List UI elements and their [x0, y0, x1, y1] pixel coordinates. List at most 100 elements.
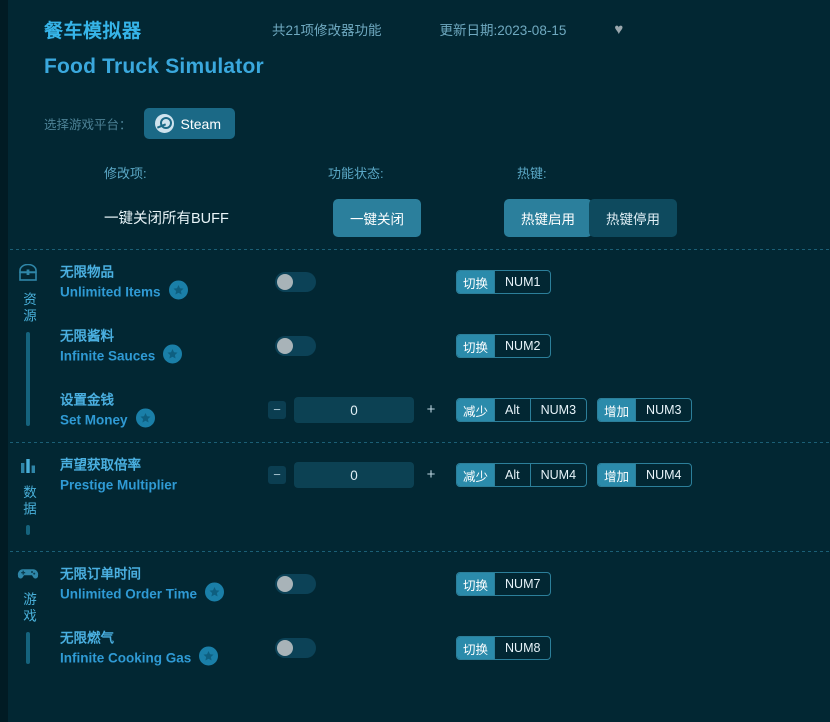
hotkey-action-label: 切换: [457, 637, 494, 659]
hotkey-key: Alt: [494, 399, 530, 421]
section-rail-resources: 资源: [0, 250, 56, 442]
row-name-en: Unlimited Order Time: [60, 584, 197, 604]
row-name-cn: 设置金钱: [60, 390, 128, 410]
platform-selector: 选择游戏平台： Steam: [44, 108, 830, 139]
row-toggle[interactable]: [275, 638, 316, 658]
row-name-en: Set Money: [60, 410, 128, 430]
row-name-en: Unlimited Items: [60, 282, 161, 302]
row-name-stack: 无限酱料Infinite Sauces: [60, 326, 155, 365]
star-badge-icon[interactable]: [199, 647, 218, 666]
global-buff-row: 一键关闭所有BUFF 一键关闭 热键启用 热键停用: [44, 195, 830, 249]
section-rows-data: 声望获取倍率Prestige Multiplier−+减少AltNUM4增加NU…: [56, 443, 830, 551]
star-badge-icon[interactable]: [205, 583, 224, 602]
column-header-status: 功能状态:: [328, 163, 384, 182]
stepper-decrement-button[interactable]: −: [268, 401, 286, 419]
column-header-hotkey: 热键:: [517, 163, 547, 182]
column-header-modifier: 修改项:: [104, 163, 147, 182]
modifier-row: 声望获取倍率Prestige Multiplier−+减少AltNUM4增加NU…: [56, 443, 830, 507]
column-headers: 修改项: 功能状态: 热键:: [44, 163, 830, 185]
stepper-increment-button[interactable]: +: [422, 466, 440, 484]
hotkey-action-label: 切换: [457, 271, 494, 293]
section-rail-line: [26, 332, 30, 426]
page-title-en: Food Truck Simulator: [44, 55, 830, 79]
modifier-row: 无限物品Unlimited Items 切换NUM1: [56, 250, 830, 314]
hotkey-group[interactable]: 切换NUM8: [456, 636, 551, 660]
section-rail-game: 游戏: [0, 552, 56, 680]
hotkey-key: NUM8: [494, 637, 550, 659]
row-names: 无限订单时间Unlimited Order Time: [60, 564, 224, 603]
hotkey-action-label: 减少: [457, 399, 494, 421]
hotkey-disable-button[interactable]: 热键停用: [589, 199, 677, 237]
hotkey-group[interactable]: 切换NUM2: [456, 334, 551, 358]
row-name-en: Prestige Multiplier: [60, 475, 177, 495]
hotkey-enable-button[interactable]: 热键启用: [504, 199, 592, 237]
toggle-knob: [277, 576, 293, 592]
row-hotkeys: 切换NUM8: [456, 636, 551, 660]
section-label-resources: 资源: [18, 292, 38, 325]
row-names: 无限物品Unlimited Items: [60, 262, 188, 301]
gamepad-icon: [17, 566, 39, 586]
section-rail-line: [26, 632, 30, 664]
hotkey-group[interactable]: 切换NUM7: [456, 572, 551, 596]
hotkey-action-label: 增加: [598, 464, 635, 486]
row-toggle[interactable]: [275, 574, 316, 594]
stepper-decrement-button[interactable]: −: [268, 466, 286, 484]
star-badge-icon[interactable]: [136, 409, 155, 428]
row-name-stack: 无限物品Unlimited Items: [60, 262, 161, 301]
row-name-stack: 声望获取倍率Prestige Multiplier: [60, 455, 177, 494]
section-label-game: 游戏: [18, 592, 38, 625]
hotkey-key: NUM4: [530, 464, 586, 486]
star-badge-icon[interactable]: [169, 281, 188, 300]
section-game: 游戏无限订单时间Unlimited Order Time切换NUM7无限燃气In…: [0, 552, 830, 680]
row-names: 声望获取倍率Prestige Multiplier: [60, 455, 177, 494]
hotkey-key: Alt: [494, 464, 530, 486]
close-all-buffs-button[interactable]: 一键关闭: [333, 199, 421, 237]
section-resources: 资源无限物品Unlimited Items切换NUM1无限酱料Infinite …: [0, 250, 830, 442]
stepper-value-input[interactable]: [294, 397, 414, 423]
modifier-row: 设置金钱Set Money−+减少AltNUM3增加NUM3: [56, 378, 830, 442]
row-hotkeys: 减少AltNUM4增加NUM4: [456, 463, 692, 487]
row-toggle[interactable]: [275, 336, 316, 356]
global-buff-label: 一键关闭所有BUFF: [104, 207, 229, 228]
row-hotkeys: 切换NUM1: [456, 270, 551, 294]
row-hotkeys: 切换NUM7: [456, 572, 551, 596]
row-name-stack: 无限订单时间Unlimited Order Time: [60, 564, 197, 603]
hotkey-group[interactable]: 增加NUM3: [597, 398, 692, 422]
section-rows-game: 无限订单时间Unlimited Order Time切换NUM7无限燃气Infi…: [56, 552, 830, 680]
section-rows-resources: 无限物品Unlimited Items 切换NUM1 无限酱料Infinite Sa…: [56, 250, 830, 442]
row-toggle[interactable]: [275, 272, 316, 292]
row-name-cn: 无限订单时间: [60, 564, 197, 584]
modifier-row: 无限燃气Infinite Cooking Gas切换NUM8: [56, 616, 830, 680]
row-stepper: −+: [268, 397, 440, 423]
row-stepper: −+: [268, 462, 440, 488]
hotkey-key: NUM1: [494, 271, 550, 293]
hotkey-action-label: 切换: [457, 573, 494, 595]
stepper-increment-button[interactable]: +: [422, 401, 440, 419]
hotkey-group[interactable]: 减少AltNUM3: [456, 398, 587, 422]
row-name-cn: 无限燃气: [60, 628, 191, 648]
star-badge-icon[interactable]: [163, 345, 182, 364]
section-data: 数据声望获取倍率Prestige Multiplier−+减少AltNUM4增加…: [0, 443, 830, 551]
row-names: 设置金钱Set Money: [60, 390, 155, 429]
header: 餐车模拟器 共21项修改器功能 更新日期:2023-08-15 ♥ Food T…: [0, 0, 830, 249]
toggle-knob: [277, 640, 293, 656]
feature-count: 共21项修改器功能: [272, 19, 382, 39]
hotkey-group[interactable]: 增加NUM4: [597, 463, 692, 487]
platform-label: 选择游戏平台：: [44, 114, 132, 133]
row-hotkeys: 切换NUM2: [456, 334, 551, 358]
favorite-heart-icon[interactable]: ♥: [614, 22, 623, 37]
stepper-value-input[interactable]: [294, 462, 414, 488]
hotkey-key: NUM7: [494, 573, 550, 595]
hotkey-key: NUM3: [530, 399, 586, 421]
sections-host: 资源无限物品Unlimited Items切换NUM1无限酱料Infinite …: [0, 249, 830, 680]
trainer-window: 餐车模拟器 共21项修改器功能 更新日期:2023-08-15 ♥ Food T…: [0, 0, 830, 722]
update-date: 更新日期:2023-08-15: [440, 19, 567, 39]
hotkey-group[interactable]: 减少AltNUM4: [456, 463, 587, 487]
steam-icon: [155, 114, 174, 133]
hotkey-key: NUM4: [635, 464, 691, 486]
modifier-row: 无限订单时间Unlimited Order Time 切换NUM7: [56, 552, 830, 616]
platform-steam-button[interactable]: Steam: [144, 108, 235, 139]
modifier-row: 无限酱料Infinite Sauces 切换NUM2: [56, 314, 830, 378]
row-name-cn: 无限物品: [60, 262, 161, 282]
hotkey-group[interactable]: 切换NUM1: [456, 270, 551, 294]
